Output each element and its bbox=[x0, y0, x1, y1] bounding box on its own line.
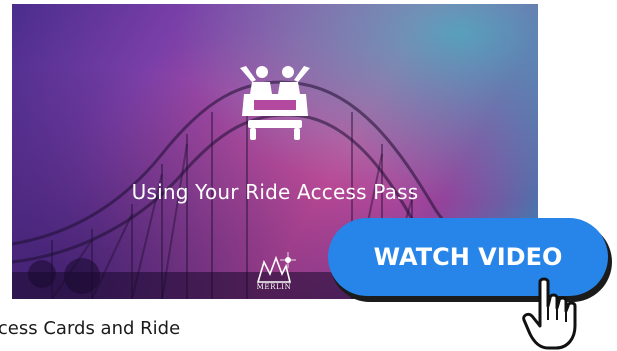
page-caption: ccess Cards and Ride bbox=[0, 318, 181, 339]
video-title: Using Your Ride Access Pass bbox=[131, 180, 419, 204]
roller-coaster-car-icon bbox=[240, 66, 310, 140]
merlin-logo-icon bbox=[256, 252, 296, 283]
hand-pointer-icon bbox=[522, 277, 577, 350]
merlin-logo-text: MERLIN bbox=[256, 283, 292, 291]
page: Using Your Ride Access Pass MERLIN WATCH… bbox=[0, 0, 617, 351]
